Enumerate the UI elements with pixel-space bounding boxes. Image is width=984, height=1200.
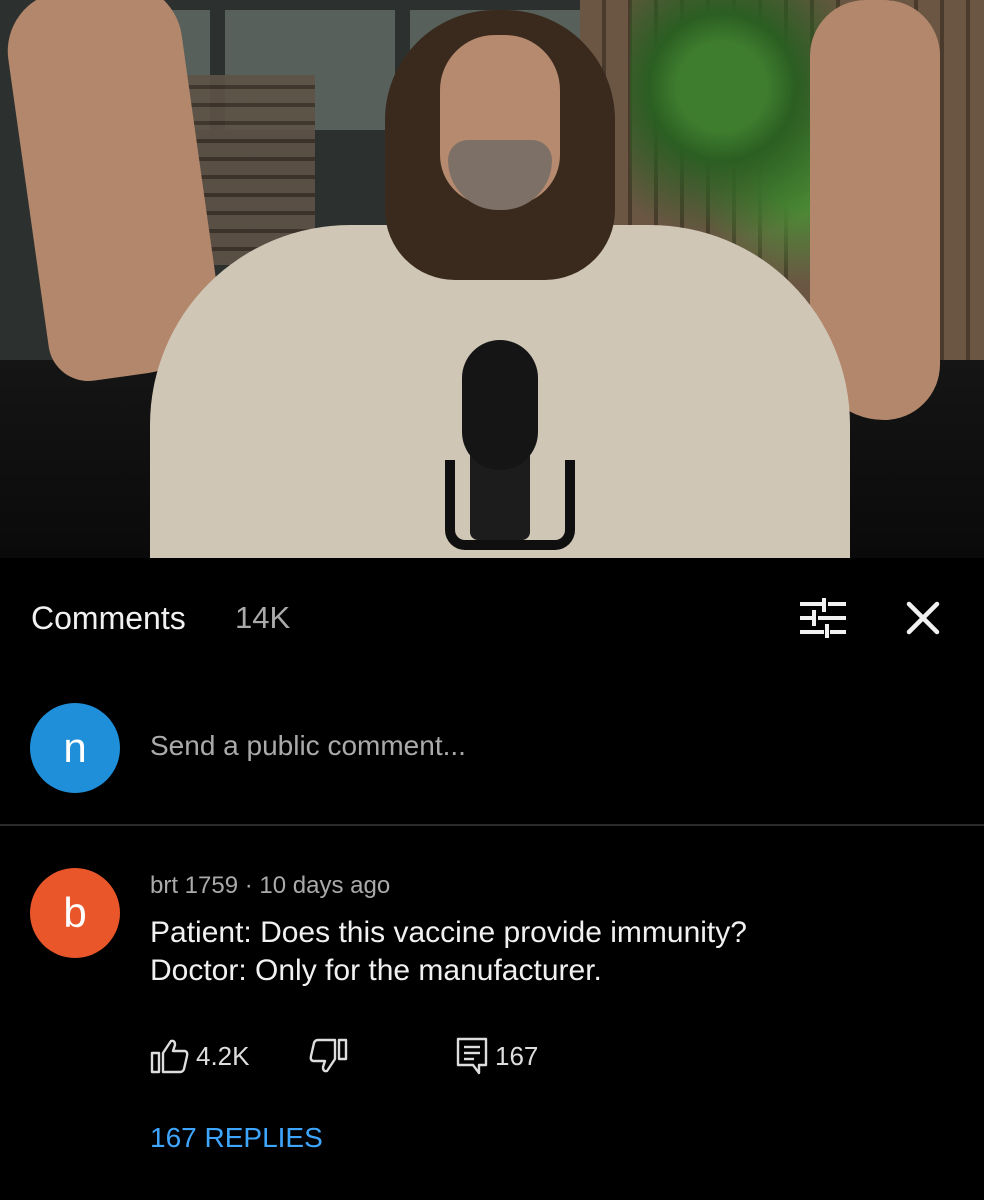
thumbs-down-icon [308,1038,348,1074]
sliders-icon[interactable] [800,596,846,640]
reply-count: 167 [495,1040,539,1071]
comment-item: b brt 1759 · 10 days ago Patient: Does t… [0,860,984,1180]
comments-title: Comments [31,600,186,636]
view-replies-link[interactable]: 167 REPLIES [150,1122,323,1154]
comments-count: 14K [235,600,291,635]
divider [0,824,984,826]
comments-header: Comments 14K [0,588,984,650]
comment-input[interactable] [150,730,750,762]
video-player[interactable] [0,0,984,558]
comment-author[interactable]: brt 1759 [150,872,238,899]
meta-separator: · [244,872,253,899]
close-icon[interactable] [903,598,943,638]
dislike-button[interactable] [308,1036,348,1076]
comment-meta: brt 1759 · 10 days ago [150,872,390,900]
thumbs-up-icon [150,1038,190,1074]
comment-actions: 4.2K 167 [150,1036,650,1076]
comment-time: 10 days ago [259,872,391,899]
comment-text-line: Doctor: Only for the manufacturer. [150,954,602,987]
like-count: 4.2K [196,1040,250,1071]
comment-compose: n [0,700,984,800]
user-avatar[interactable]: n [30,703,120,793]
commenter-avatar[interactable]: b [30,868,120,958]
comment-text-line: Patient: Does this vaccine provide immun… [150,916,747,949]
microphone-head [462,340,538,470]
comment-icon [455,1036,489,1076]
reply-button[interactable]: 167 [455,1036,538,1076]
like-button[interactable]: 4.2K [150,1036,250,1076]
